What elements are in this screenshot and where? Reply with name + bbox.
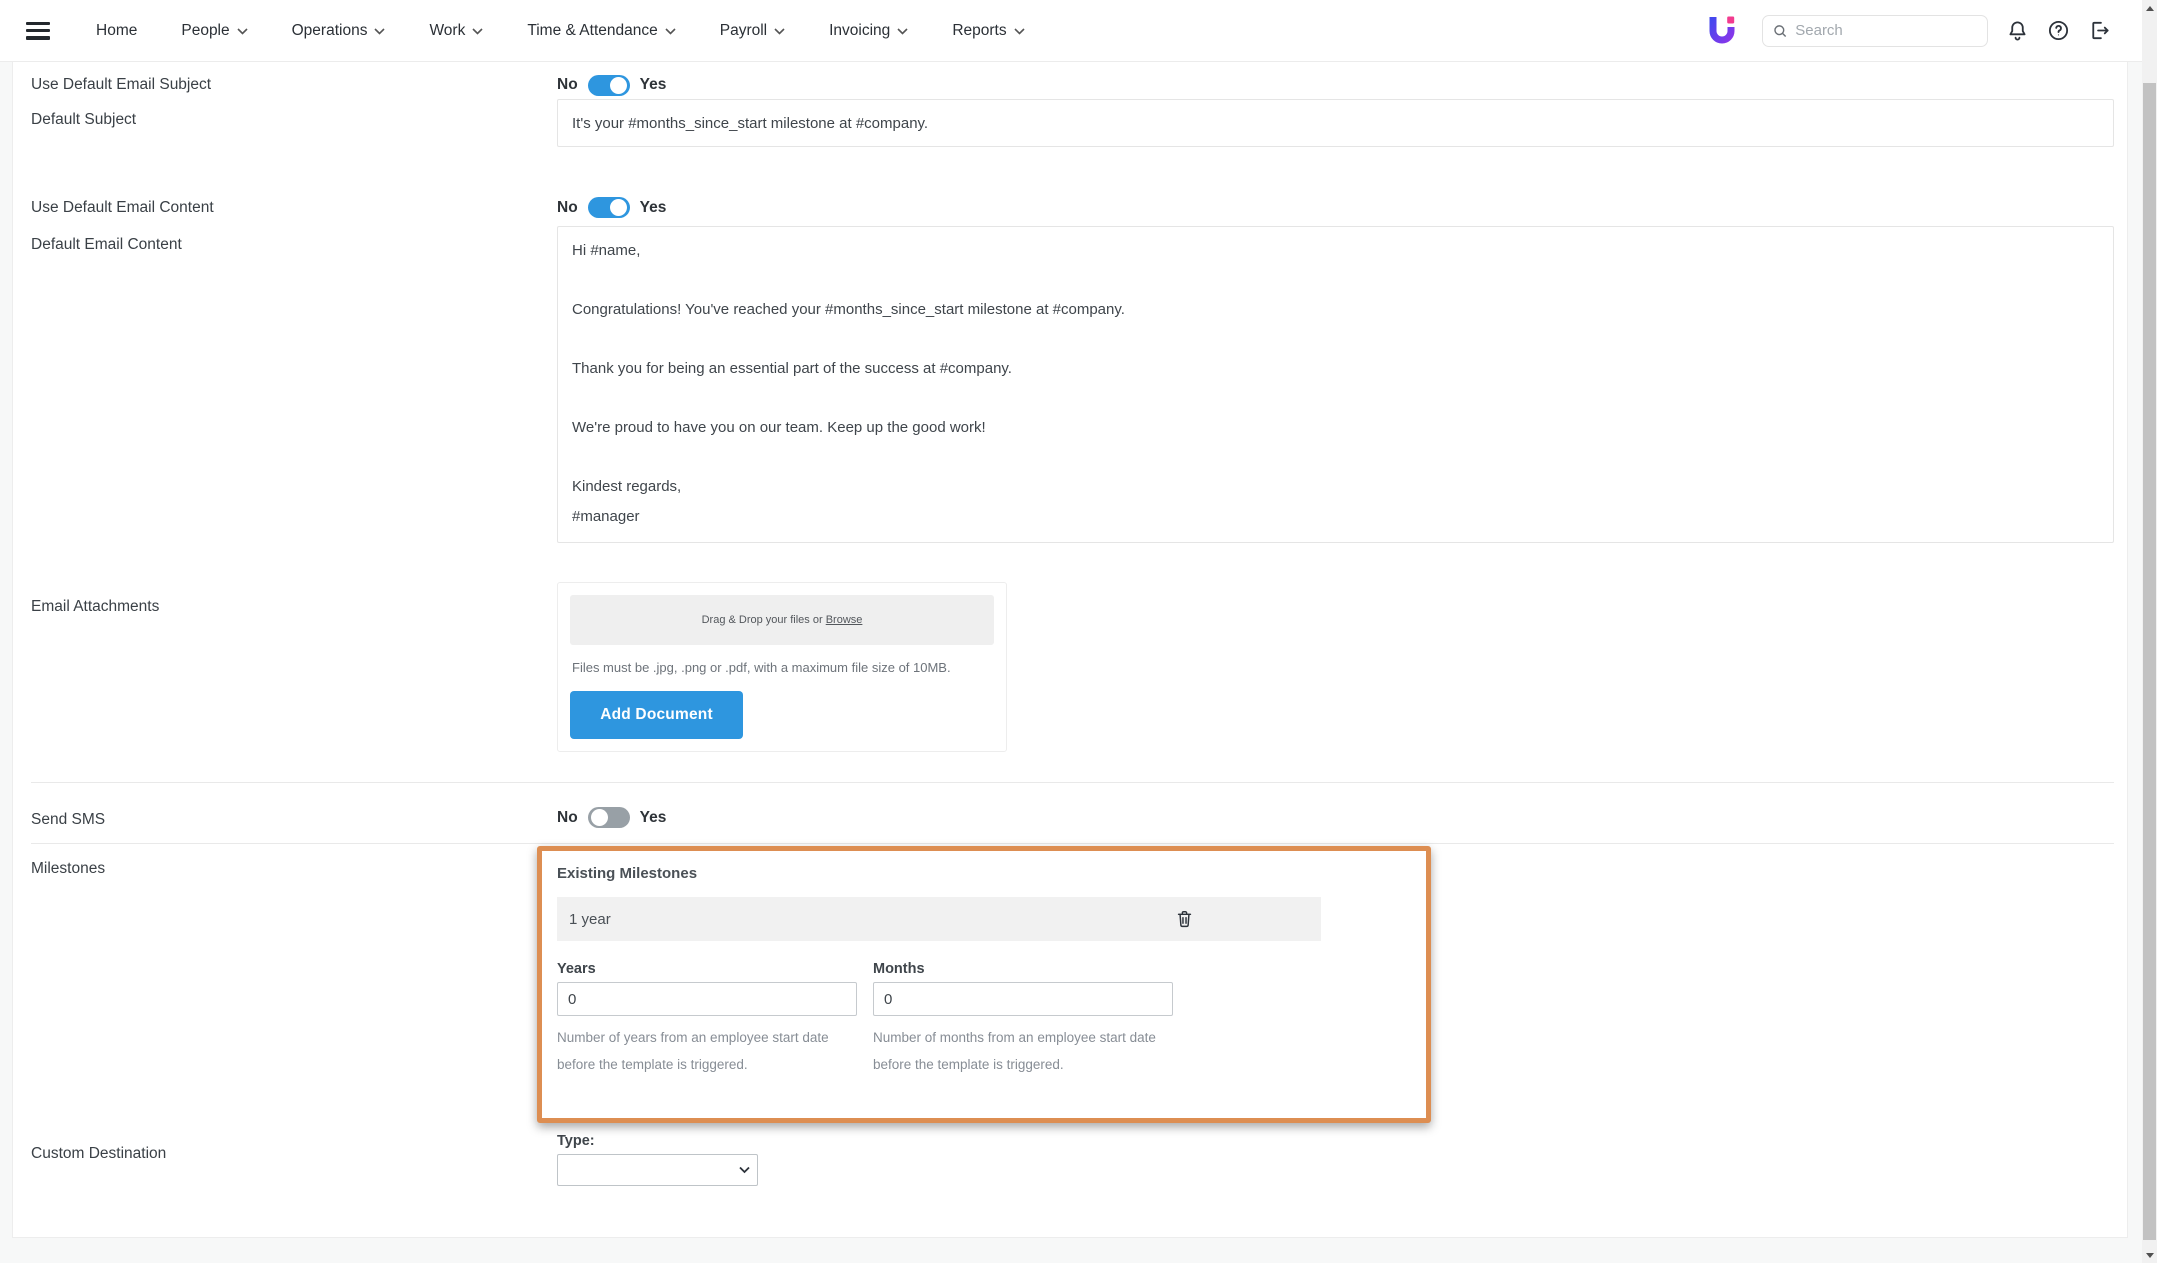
milestones-label: Milestones — [31, 860, 105, 877]
send-sms-label: Send SMS — [31, 811, 105, 828]
chevron-down-icon — [374, 28, 385, 35]
milestone-row: 1 year — [557, 897, 1321, 941]
years-field: Years Number of years from an employee s… — [557, 961, 857, 1078]
row-custom-destination: Custom Destination Type: — [13, 1133, 2127, 1186]
nav-item-operations[interactable]: Operations — [292, 22, 386, 40]
milestone-name: 1 year — [569, 911, 611, 928]
months-help-text: Number of months from an employee start … — [873, 1024, 1173, 1078]
search-box — [1762, 15, 1988, 47]
attachments-card: Drag & Drop your files or Browse Files m… — [557, 582, 1007, 752]
notifications-bell-icon[interactable] — [2006, 19, 2029, 42]
nav-item-people[interactable]: People — [181, 22, 247, 40]
custom-destination-type-select[interactable] — [557, 1154, 758, 1186]
menu-hamburger-icon[interactable] — [26, 22, 50, 40]
nav-item-home[interactable]: Home — [96, 22, 137, 40]
chevron-down-icon — [665, 28, 676, 35]
app-logo — [1708, 15, 1736, 47]
toggle-no-label: No — [557, 809, 578, 827]
page-scrollbar — [2142, 0, 2157, 1263]
email-attachments-label: Email Attachments — [31, 598, 159, 615]
file-dropzone[interactable]: Drag & Drop your files or Browse — [570, 595, 994, 645]
custom-destination-label: Custom Destination — [31, 1145, 166, 1162]
row-send-sms: Send SMS No Yes — [13, 783, 2127, 843]
default-subject-input[interactable] — [557, 99, 2114, 147]
years-label: Years — [557, 961, 857, 977]
scrollbar-up-arrow[interactable] — [2142, 0, 2157, 16]
existing-milestones-heading: Existing Milestones — [557, 865, 1411, 882]
row-use-default-email-content: Use Default Email Content No Yes — [13, 189, 2127, 226]
use-default-email-subject-toggle[interactable] — [588, 75, 630, 96]
chevron-down-icon — [237, 28, 248, 35]
send-sms-toggle[interactable] — [588, 807, 630, 828]
default-email-content-textarea[interactable]: Hi #name, Congratulations! You've reache… — [557, 226, 2114, 543]
navbar-right-cluster — [1708, 15, 2157, 47]
row-milestones: Milestones Existing Milestones 1 year Ye… — [13, 844, 2127, 1123]
months-input[interactable] — [873, 982, 1173, 1016]
nav-item-reports[interactable]: Reports — [952, 22, 1024, 40]
nav-item-invoicing[interactable]: Invoicing — [829, 22, 908, 40]
milestones-highlight-panel: Existing Milestones 1 year Years Number … — [537, 846, 1431, 1123]
months-label: Months — [873, 961, 1173, 977]
default-email-content-label: Default Email Content — [31, 236, 182, 253]
use-default-email-content-label: Use Default Email Content — [31, 199, 214, 216]
file-rules-text: Files must be .jpg, .png or .pdf, with a… — [570, 660, 994, 675]
scrollbar-down-arrow[interactable] — [2142, 1247, 2157, 1263]
nav-item-payroll[interactable]: Payroll — [720, 22, 785, 40]
row-use-default-email-subject: Use Default Email Subject No Yes — [13, 62, 2127, 99]
nav-item-time-attendance[interactable]: Time & Attendance — [527, 22, 675, 40]
months-field: Months Number of months from an employee… — [873, 961, 1173, 1078]
row-email-attachments: Email Attachments Drag & Drop your files… — [13, 582, 2127, 752]
toggle-yes-label: Yes — [640, 809, 667, 827]
row-default-subject: Default Subject — [13, 99, 2127, 147]
chevron-down-icon — [774, 28, 785, 35]
delete-milestone-trash-icon[interactable] — [1176, 910, 1193, 929]
default-subject-label: Default Subject — [31, 111, 136, 128]
chevron-down-icon — [1014, 28, 1025, 35]
main-nav: Home People Operations Work Time & Atten… — [96, 22, 1025, 40]
add-document-button[interactable]: Add Document — [570, 691, 743, 739]
toggle-yes-label: Yes — [640, 76, 667, 94]
toggle-yes-label: Yes — [640, 199, 667, 217]
search-input[interactable] — [1795, 22, 1977, 39]
use-default-email-content-toggle[interactable] — [588, 197, 630, 218]
browse-link[interactable]: Browse — [826, 614, 863, 626]
top-navbar: Home People Operations Work Time & Atten… — [0, 0, 2157, 62]
type-label: Type: — [557, 1133, 2114, 1149]
row-default-email-content: Default Email Content Hi #name, Congratu… — [13, 226, 2127, 548]
chevron-down-icon — [897, 28, 908, 35]
template-settings-card: Use Default Email Subject No Yes Default… — [12, 62, 2128, 1238]
dropzone-text: Drag & Drop your files or — [702, 614, 826, 626]
toggle-no-label: No — [557, 76, 578, 94]
sign-out-icon[interactable] — [2088, 19, 2111, 42]
use-default-email-subject-label: Use Default Email Subject — [31, 76, 211, 93]
nav-item-work[interactable]: Work — [429, 22, 483, 40]
years-input[interactable] — [557, 982, 857, 1016]
chevron-down-icon — [472, 28, 483, 35]
scrollbar-thumb[interactable] — [2143, 83, 2156, 1240]
toggle-no-label: No — [557, 199, 578, 217]
search-icon — [1773, 23, 1787, 39]
help-icon[interactable] — [2047, 19, 2070, 42]
years-help-text: Number of years from an employee start d… — [557, 1024, 857, 1078]
